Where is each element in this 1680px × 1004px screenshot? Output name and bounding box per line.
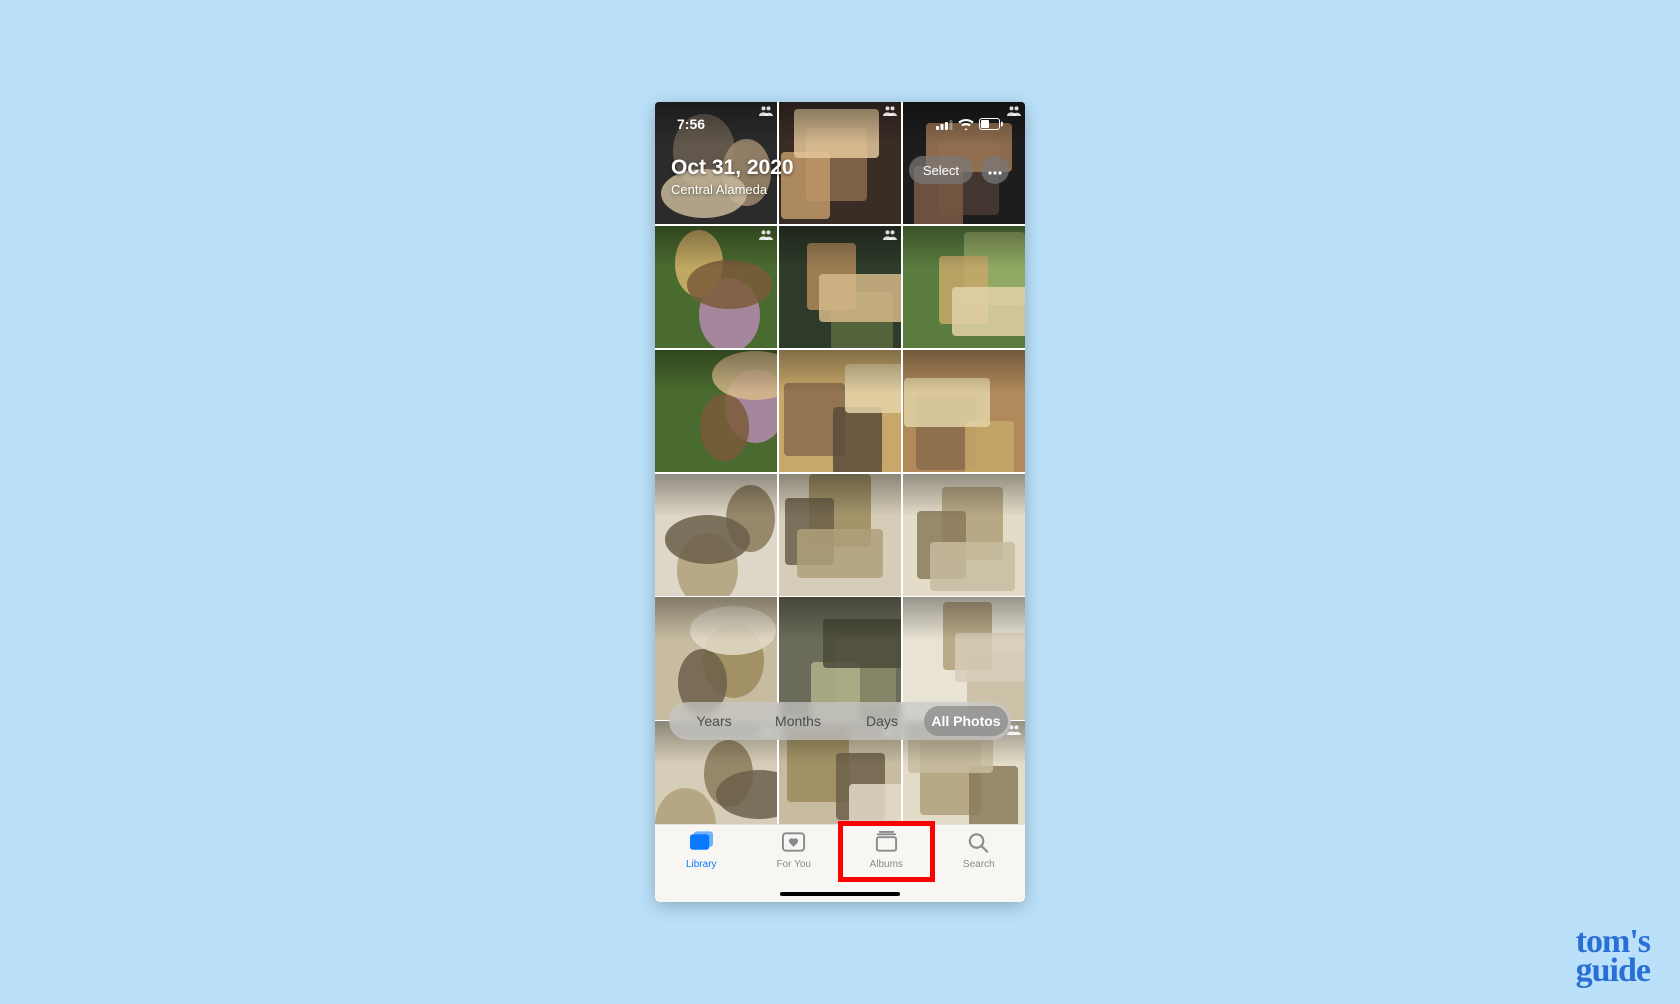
more-button[interactable] xyxy=(981,156,1009,184)
segment-years[interactable]: Years xyxy=(672,706,756,736)
segment-months[interactable]: Months xyxy=(756,706,840,736)
tab-search[interactable]: Search xyxy=(933,825,1026,902)
search-icon xyxy=(966,831,991,856)
watermark-line2: guide xyxy=(1542,957,1650,986)
tab-label: Library xyxy=(686,859,717,870)
people-icon xyxy=(883,106,897,119)
photo-thumbnail[interactable] xyxy=(655,350,777,472)
tab-for-you[interactable]: For You xyxy=(748,825,841,902)
photo-grid-area: 7:56 Oct 31, 2020 Central Alameda Sele xyxy=(655,102,1025,824)
photo-thumbnail[interactable] xyxy=(779,350,901,472)
header-text: Oct 31, 2020 Central Alameda xyxy=(671,156,794,197)
photo-thumbnail[interactable] xyxy=(903,226,1025,348)
people-icon xyxy=(759,106,773,119)
view-segmented-control[interactable]: YearsMonthsDaysAll Photos xyxy=(669,702,1011,740)
tab-bar: Library For You Albums Search xyxy=(655,824,1025,902)
people-icon xyxy=(883,230,897,243)
header-location: Central Alameda xyxy=(671,182,794,197)
tab-albums[interactable]: Albums xyxy=(840,825,933,902)
people-icon xyxy=(759,230,773,243)
segment-all-photos[interactable]: All Photos xyxy=(924,706,1008,736)
segment-days[interactable]: Days xyxy=(840,706,924,736)
photo-thumbnail[interactable] xyxy=(903,350,1025,472)
library-header: Oct 31, 2020 Central Alameda Select xyxy=(655,156,1025,197)
header-actions: Select xyxy=(909,156,1009,184)
photo-thumbnail[interactable] xyxy=(779,474,901,596)
header-date: Oct 31, 2020 xyxy=(671,156,794,180)
albums-icon xyxy=(874,831,899,856)
for-you-icon xyxy=(781,831,806,856)
select-button[interactable]: Select xyxy=(909,156,973,184)
photo-thumbnail[interactable] xyxy=(779,226,901,348)
phone-frame: 7:56 Oct 31, 2020 Central Alameda Sele xyxy=(655,102,1025,902)
tab-label: Albums xyxy=(870,859,903,870)
library-icon xyxy=(689,831,714,856)
tab-label: For You xyxy=(777,859,811,870)
photo-thumbnail[interactable] xyxy=(655,226,777,348)
people-icon xyxy=(1007,106,1021,119)
photo-thumbnail[interactable] xyxy=(903,474,1025,596)
home-indicator xyxy=(780,892,900,896)
tab-library[interactable]: Library xyxy=(655,825,748,902)
watermark: tom's guide xyxy=(1542,928,1650,986)
photo-thumbnail[interactable] xyxy=(655,474,777,596)
tab-label: Search xyxy=(963,859,995,870)
ellipsis-icon xyxy=(988,162,1002,178)
